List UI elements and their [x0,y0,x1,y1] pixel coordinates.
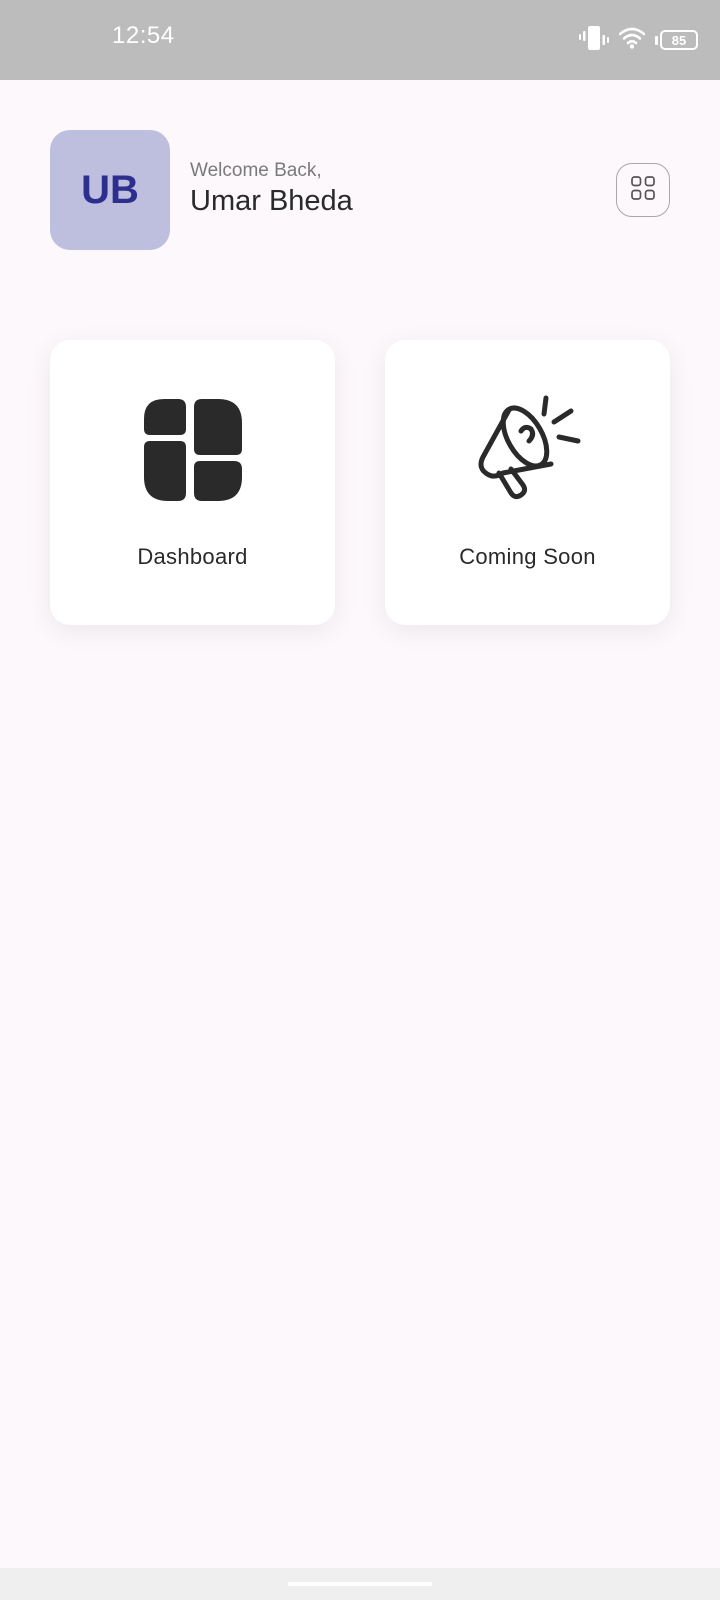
navigation-bar [0,1568,720,1600]
vibrate-icon [579,25,609,56]
battery-icon: 85 [655,30,698,50]
dashboard-label: Dashboard [137,544,248,569]
megaphone-icon [385,385,670,515]
wifi-icon [618,27,646,54]
status-icons: 85 [579,24,698,56]
status-bar: 12:54 85 [0,0,720,80]
menu-button[interactable] [616,163,670,217]
coming-soon-card[interactable]: Coming Soon [385,340,670,625]
battery-nub [655,35,658,45]
user-name: Umar Bheda [190,185,353,217]
battery-level: 85 [660,30,698,50]
coming-soon-label: Coming Soon [459,544,596,569]
avatar[interactable]: UB [50,130,170,250]
dashboard-card[interactable]: Dashboard [50,340,335,625]
status-time: 12:54 [112,22,175,49]
dashboard-icon [50,385,335,515]
grid-icon [630,175,656,206]
welcome-text: Welcome Back, [190,160,322,181]
home-indicator[interactable] [288,1582,432,1586]
